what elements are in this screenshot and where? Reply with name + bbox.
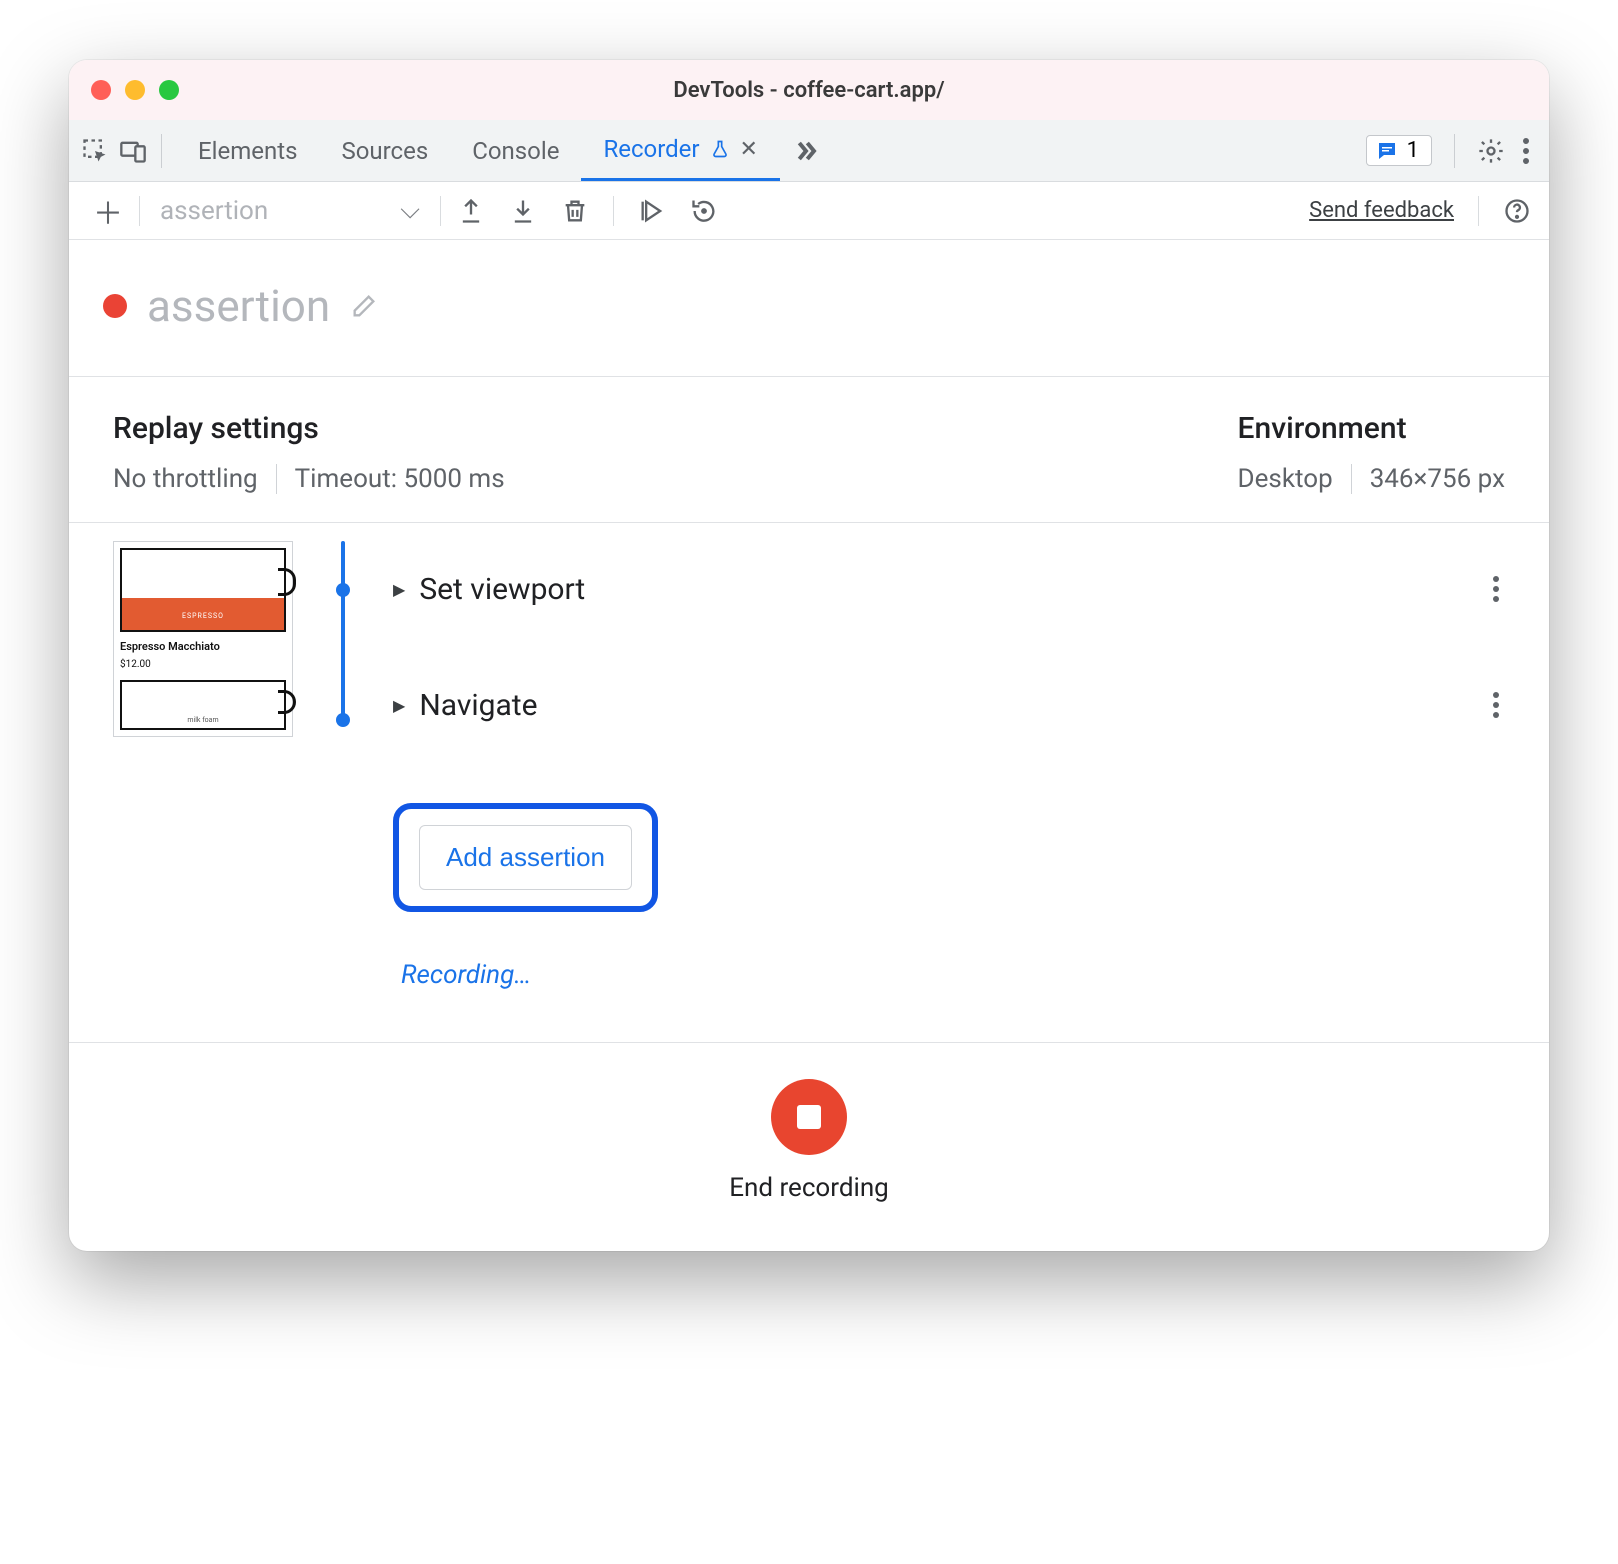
flask-icon [710,139,730,159]
issues-count: 1 [1407,138,1419,163]
delete-icon[interactable] [561,197,589,225]
settings-row: Replay settings No throttling Timeout: 5… [69,377,1549,523]
environment-settings: Environment Desktop 346×756 px [1238,411,1505,494]
new-recording-button[interactable]: ＋ [87,189,129,233]
throttling-value[interactable]: No throttling [113,464,258,494]
tabstrip: Elements Sources Console Recorder ✕ 1 [69,120,1549,182]
recording-select[interactable]: assertion ⌵ [150,195,430,226]
recording-status: Recording… [401,960,1505,990]
end-recording-button[interactable] [771,1079,847,1155]
recording-title-row: assertion [69,240,1549,377]
replay-icon[interactable] [638,197,666,225]
expand-icon: ▶ [393,696,405,715]
recorder-toolbar: ＋ assertion ⌵ Send feedback [69,182,1549,240]
help-icon[interactable] [1503,197,1531,225]
add-assertion-button[interactable]: Add assertion [419,825,632,890]
edit-name-icon[interactable] [350,292,378,320]
close-tab-icon[interactable]: ✕ [740,137,758,162]
end-recording-label: End recording [729,1173,889,1203]
issues-badge[interactable]: 1 [1366,135,1432,166]
add-assertion-highlight: Add assertion [393,803,658,912]
devtools-window: DevTools - coffee-cart.app/ Elements Sou… [69,60,1549,1251]
tab-sources[interactable]: Sources [319,120,450,181]
footer: End recording [69,1043,1549,1251]
export-icon[interactable] [457,197,485,225]
device-toolbar-icon[interactable] [119,137,147,165]
send-feedback-link[interactable]: Send feedback [1309,198,1454,223]
tabs-overflow-icon[interactable] [780,120,832,181]
stop-icon [797,1105,821,1129]
chat-icon [1375,139,1399,163]
title-bar: DevTools - coffee-cart.app/ [69,60,1549,120]
timeline: ESPRESSO Espresso Macchiato $12.00 milk … [69,523,1549,1043]
screenshot-thumbnail[interactable]: ESPRESSO Espresso Macchiato $12.00 milk … [113,541,293,1002]
dimensions-value: 346×756 px [1370,464,1505,494]
tab-recorder[interactable]: Recorder ✕ [581,120,780,181]
expand-icon: ▶ [393,580,405,599]
timeout-value[interactable]: Timeout: 5000 ms [295,464,505,494]
device-value: Desktop [1238,464,1333,494]
recording-indicator-icon [103,294,127,318]
step-icon[interactable] [690,197,718,225]
settings-icon[interactable] [1477,137,1505,165]
chevron-down-icon: ⌵ [400,195,420,226]
tab-elements[interactable]: Elements [176,120,319,181]
step-navigate[interactable]: ▶ Navigate [393,657,1505,753]
window-title: DevTools - coffee-cart.app/ [69,78,1549,103]
recording-name: assertion [147,280,330,332]
replay-settings: Replay settings No throttling Timeout: 5… [113,411,505,494]
timeline-rail [323,541,363,1002]
step-set-viewport[interactable]: ▶ Set viewport [393,541,1505,637]
more-menu-icon[interactable] [1523,138,1529,164]
step-menu-icon[interactable] [1493,692,1505,718]
import-icon[interactable] [509,197,537,225]
inspect-icon[interactable] [81,137,109,165]
step-menu-icon[interactable] [1493,576,1505,602]
tab-console[interactable]: Console [450,120,581,181]
